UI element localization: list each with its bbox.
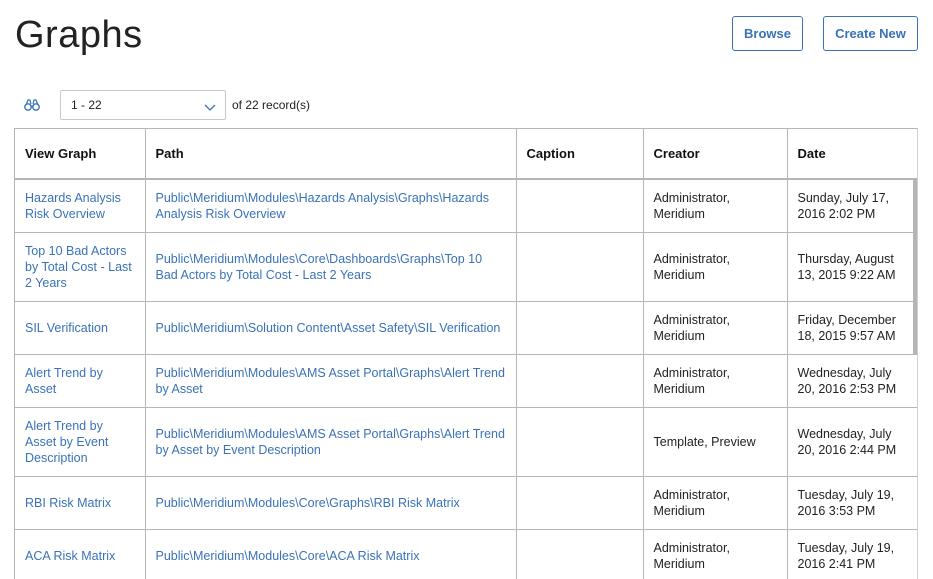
caption-cell	[516, 232, 644, 302]
path-link[interactable]: Public\Meridium\Modules\Core\Graphs\RBI …	[145, 476, 517, 530]
column-header-caption[interactable]: Caption	[516, 129, 644, 180]
date-cell: Tuesday, July 19, 2016 2:41 PM	[787, 529, 917, 579]
path-link[interactable]: Public\Meridium\Modules\AMS Asset Portal…	[145, 354, 517, 408]
caption-cell	[516, 407, 644, 477]
table-row[interactable]: Alert Trend by Asset Public\Meridium\Mod…	[15, 354, 917, 408]
table-header-row: View Graph Path Caption Creator Date	[15, 129, 917, 180]
path-link[interactable]: Public\Meridium\Solution Content\Asset S…	[145, 301, 517, 355]
table-row[interactable]: Hazards Analysis Risk Overview Public\Me…	[15, 179, 917, 233]
path-link[interactable]: Public\Meridium\Modules\Core\Dashboards\…	[145, 232, 517, 302]
view-graph-link[interactable]: Alert Trend by Asset by Event Descriptio…	[15, 407, 146, 477]
caption-cell	[516, 354, 644, 408]
table-row[interactable]: RBI Risk Matrix Public\Meridium\Modules\…	[15, 476, 917, 530]
column-header-creator[interactable]: Creator	[643, 129, 788, 180]
creator-cell: Administrator, Meridium	[643, 179, 788, 233]
view-graph-link[interactable]: SIL Verification	[15, 301, 146, 355]
page-title: Graphs	[15, 14, 143, 56]
browse-button[interactable]: Browse	[732, 16, 803, 51]
record-range-value: 1 - 22	[71, 98, 102, 112]
binoculars-icon[interactable]	[24, 98, 40, 112]
date-cell: Wednesday, July 20, 2016 2:53 PM	[787, 354, 917, 408]
caption-cell	[516, 179, 644, 233]
view-graph-link[interactable]: Hazards Analysis Risk Overview	[15, 179, 146, 233]
creator-cell: Administrator, Meridium	[643, 354, 788, 408]
date-cell: Tuesday, July 19, 2016 3:53 PM	[787, 476, 917, 530]
caption-cell	[516, 476, 644, 530]
caption-cell	[516, 529, 644, 579]
record-count-label: of 22 record(s)	[232, 98, 311, 112]
table-row[interactable]: SIL Verification Public\Meridium\Solutio…	[15, 301, 917, 355]
view-graph-link[interactable]: RBI Risk Matrix	[15, 476, 146, 530]
path-link[interactable]: Public\Meridium\Modules\Hazards Analysis…	[145, 179, 517, 233]
creator-cell: Administrator, Meridium	[643, 301, 788, 355]
column-header-date[interactable]: Date	[787, 129, 917, 180]
view-graph-link[interactable]: Alert Trend by Asset	[15, 354, 146, 408]
creator-cell: Template, Preview	[643, 407, 788, 477]
date-cell: Thursday, August 13, 2015 9:22 AM	[787, 232, 917, 302]
table-row[interactable]: Top 10 Bad Actors by Total Cost - Last 2…	[15, 232, 917, 302]
creator-cell: Administrator, Meridium	[643, 476, 788, 530]
column-header-path[interactable]: Path	[145, 129, 517, 180]
table-row[interactable]: Alert Trend by Asset by Event Descriptio…	[15, 407, 917, 477]
creator-cell: Administrator, Meridium	[643, 529, 788, 579]
create-new-button[interactable]: Create New	[823, 16, 918, 51]
column-header-view-graph[interactable]: View Graph	[15, 129, 146, 180]
record-range-select[interactable]: 1 - 22	[60, 90, 226, 120]
view-graph-link[interactable]: ACA Risk Matrix	[15, 529, 146, 579]
path-link[interactable]: Public\Meridium\Modules\AMS Asset Portal…	[145, 407, 517, 477]
chevron-down-icon	[204, 101, 216, 111]
pager-toolbar: 1 - 22 of 22 record(s)	[24, 90, 310, 120]
date-cell: Friday, December 18, 2015 9:57 AM	[787, 301, 917, 355]
creator-cell: Administrator, Meridium	[643, 232, 788, 302]
table-scrollbar[interactable]	[913, 179, 917, 355]
caption-cell	[516, 301, 644, 355]
path-link[interactable]: Public\Meridium\Modules\Core\ACA Risk Ma…	[145, 529, 517, 579]
graphs-table: View Graph Path Caption Creator Date Haz…	[14, 128, 918, 579]
view-graph-link[interactable]: Top 10 Bad Actors by Total Cost - Last 2…	[15, 232, 146, 302]
date-cell: Sunday, July 17, 2016 2:02 PM	[787, 179, 917, 233]
table-row[interactable]: ACA Risk Matrix Public\Meridium\Modules\…	[15, 529, 917, 579]
date-cell: Wednesday, July 20, 2016 2:44 PM	[787, 407, 917, 477]
